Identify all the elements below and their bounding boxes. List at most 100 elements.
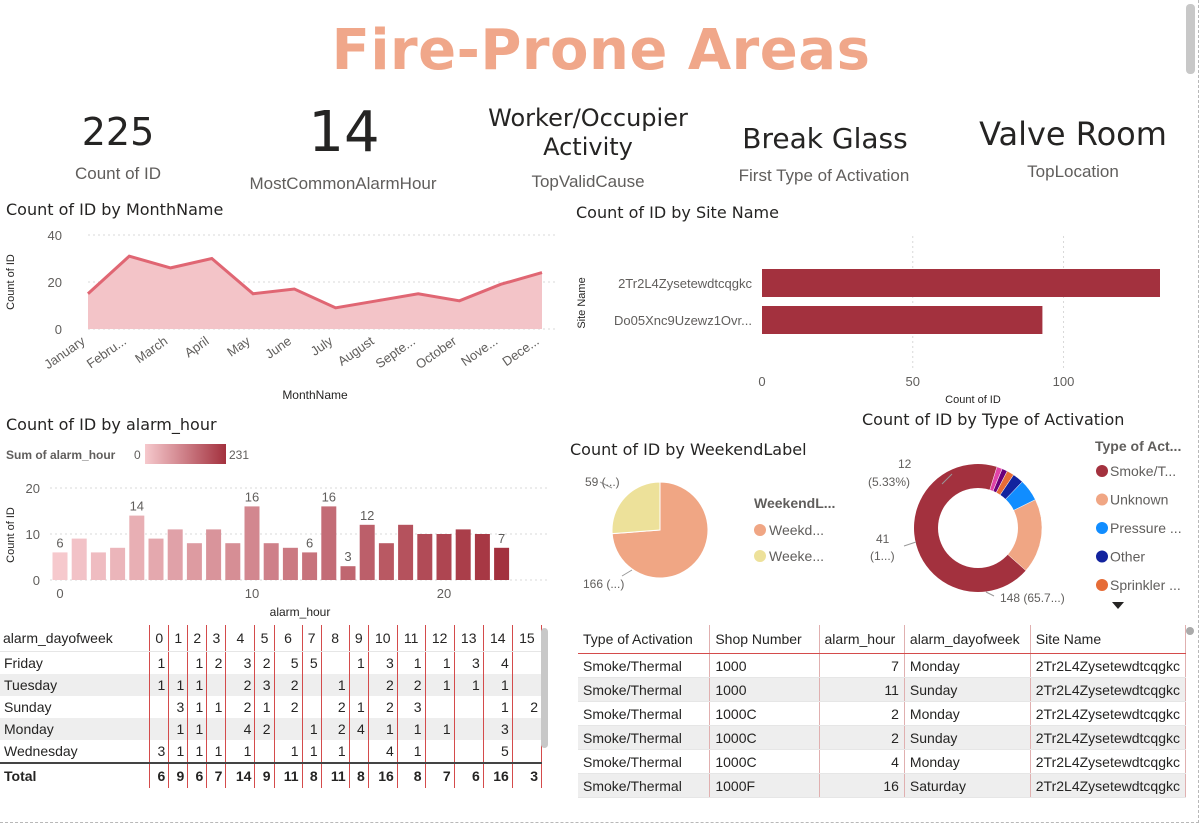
matrix-row[interactable]: Friday 1 1 2 3 2 5 5 1 3 1 1 3 4 (0, 651, 543, 674)
matrix-column-header[interactable]: 12 (425, 625, 455, 652)
matrix-cell: 1 (274, 740, 303, 763)
detail-row[interactable]: Smoke/Thermal 1000C 4 Monday 2Tr2L4Zysetewdt… (578, 749, 1187, 774)
matrix-row[interactable]: Sunday 3 1 1 2 1 2 2 1 2 3 1 2 (0, 696, 543, 718)
matrix-total-cell: 7 (425, 762, 455, 788)
activation-data-label: (5.33%) (868, 475, 910, 489)
detail-column-header[interactable]: Type of Activation (578, 625, 711, 654)
activation-data-label: (1...) (870, 549, 895, 563)
site-bar-chart[interactable]: 2Tr2L4Zysetewdtcqgkc Do05Xnc9Uzewz1Ovr...… (570, 228, 1180, 408)
matrix-column-header[interactable]: 11 (397, 625, 426, 652)
page-scrollbar[interactable] (1186, 4, 1195, 74)
matrix-row[interactable]: Tuesday 1 1 1 2 3 2 1 2 2 1 1 1 (0, 674, 543, 696)
weekend-data-label: 166 (...) (583, 577, 624, 591)
detail-cell: 2Tr2L4Zysetewdtcqgkc (1030, 749, 1187, 774)
matrix-column-header[interactable]: 7 (302, 625, 322, 652)
hour-bar-chart[interactable]: Sum of alarm_hour 0 231 0 10 20 6 14 16 6 16 3 12 7 0 1… (0, 440, 560, 620)
matrix-cell: 1 (302, 740, 322, 763)
detail-cell: 11 (819, 677, 905, 702)
detail-column-header[interactable]: alarm_dayofweek (904, 625, 1031, 654)
detail-cell: 1000C (709, 725, 820, 750)
matrix-cell (454, 696, 484, 718)
matrix-cell: 3 (168, 696, 189, 718)
matrix-column-header[interactable]: 3 (206, 625, 227, 652)
month-xtick-label: August (335, 333, 377, 369)
detail-cell: 4 (819, 749, 905, 774)
detail-column-header[interactable]: Shop Number (709, 625, 820, 654)
matrix-cell: 2 (254, 718, 275, 740)
detail-table[interactable]: Type of Activation Shop Number alarm_hour a… (578, 625, 1187, 798)
matrix-total-cell: 16 (483, 762, 513, 788)
matrix-column-header[interactable]: 5 (254, 625, 275, 652)
detail-column-header[interactable]: alarm_hour (819, 625, 905, 654)
hour-bar (110, 547, 126, 580)
site-y-axis-title: Site Name (576, 277, 588, 328)
hour-bar (206, 529, 222, 580)
hour-bar (494, 547, 510, 580)
weekend-legend-title: WeekendL... (754, 495, 835, 511)
detail-row[interactable]: Smoke/Thermal 1000F 16 Saturday 2Tr2L4Zysete… (578, 773, 1187, 798)
activation-data-label: 12 (898, 457, 912, 471)
matrix-total-cell: 6 (454, 762, 484, 788)
matrix-column-header[interactable]: 13 (454, 625, 484, 652)
matrix-scrollbar[interactable] (541, 628, 548, 748)
matrix-column-header[interactable]: 4 (225, 625, 256, 652)
month-ytick-label: 0 (55, 322, 62, 337)
detail-cell: 2Tr2L4Zysetewdtcqgkc (1030, 653, 1187, 678)
matrix-cell: 1 (187, 696, 208, 718)
detail-row[interactable]: Smoke/Thermal 1000C 2 Sunday 2Tr2L4Zysetewdt… (578, 725, 1187, 750)
matrix-column-header[interactable]: 1 (168, 625, 189, 652)
weekend-slice-weekend (611, 481, 661, 535)
matrix-cell: 2 (368, 674, 398, 696)
site-bar (762, 306, 1043, 334)
detail-cell: 2Tr2L4Zysetewdtcqgkc (1030, 773, 1187, 798)
weekend-pie-chart[interactable]: 166 (...) 59 (...) WeekendL... Weekd... Week… (570, 462, 860, 602)
matrix-row[interactable]: Wednesday 3 1 1 1 1 1 1 1 4 1 5 (0, 740, 543, 763)
month-xtick-label: April (182, 333, 212, 360)
month-area-chart[interactable]: 0 20 40 JanuaryFebru... March April May June Jul… (0, 222, 560, 407)
detail-row[interactable]: Smoke/Thermal 1000 11 Sunday 2Tr2L4Zysetewdt… (578, 677, 1187, 702)
activation-donut-chart[interactable]: 12 (5.33%) 41 (1...) 148 (65.7...) Type of Ac… (860, 436, 1196, 616)
month-y-axis-title: Count of ID (5, 254, 17, 310)
matrix-column-header[interactable]: 0 (149, 625, 170, 652)
site-bar (762, 269, 1160, 297)
matrix-cell (349, 674, 369, 696)
matrix-row-header[interactable]: alarm_dayofweek (0, 625, 151, 652)
matrix-column-header[interactable]: 6 (274, 625, 303, 652)
matrix-cell (149, 718, 170, 740)
matrix-cell: 1 (349, 651, 369, 674)
matrix-cell: 1 (397, 718, 426, 740)
matrix-cell (349, 740, 369, 763)
matrix-total-cell: 7 (206, 762, 227, 788)
matrix-row[interactable]: Monday 1 1 4 2 1 2 4 1 1 1 3 (0, 718, 543, 740)
hour-y-axis-title: Count of ID (5, 507, 17, 563)
activation-data-label: 41 (876, 532, 890, 546)
detail-column-header[interactable]: Site Name (1030, 625, 1187, 654)
matrix-cell: 1 (483, 696, 513, 718)
hour-bar (263, 543, 279, 580)
month-xtick-label: Nove... (458, 333, 500, 369)
matrix-cell: 1 (187, 718, 208, 740)
matrix-total-cell: 8 (302, 762, 322, 788)
activation-legend-dot (1096, 465, 1108, 477)
matrix-total-cell: 6 (187, 762, 208, 788)
matrix-cell (168, 651, 189, 674)
detail-cell: Smoke/Thermal (578, 701, 711, 726)
activation-legend-label: Unknown (1110, 492, 1168, 508)
matrix-total-cell: 3 (512, 762, 543, 788)
matrix-column-header[interactable]: 14 (483, 625, 513, 652)
matrix-cell: 3 (368, 651, 398, 674)
matrix-column-header[interactable]: 9 (349, 625, 369, 652)
dayofweek-hour-matrix[interactable]: alarm_dayofweek 0 1 2 3 4 5 6 7 8 9 10 11 12 13 14 15 Fr… (0, 625, 543, 788)
matrix-column-header[interactable]: 10 (368, 625, 398, 652)
matrix-column-header[interactable]: 15 (512, 625, 543, 652)
matrix-total-cell: 6 (149, 762, 170, 788)
matrix-column-header[interactable]: 8 (321, 625, 350, 652)
matrix-column-header[interactable]: 2 (187, 625, 208, 652)
detail-row[interactable]: Smoke/Thermal 1000 7 Monday 2Tr2L4Zysetewdtc… (578, 653, 1187, 678)
detail-row[interactable]: Smoke/Thermal 1000C 2 Monday 2Tr2L4Zysetewdt… (578, 701, 1187, 726)
detail-cell: Smoke/Thermal (578, 653, 711, 678)
detail-scroll-handle[interactable] (1186, 627, 1194, 635)
hour-bar (321, 506, 337, 580)
hour-bar (378, 543, 394, 580)
matrix-row-label: Wednesday (0, 740, 151, 763)
